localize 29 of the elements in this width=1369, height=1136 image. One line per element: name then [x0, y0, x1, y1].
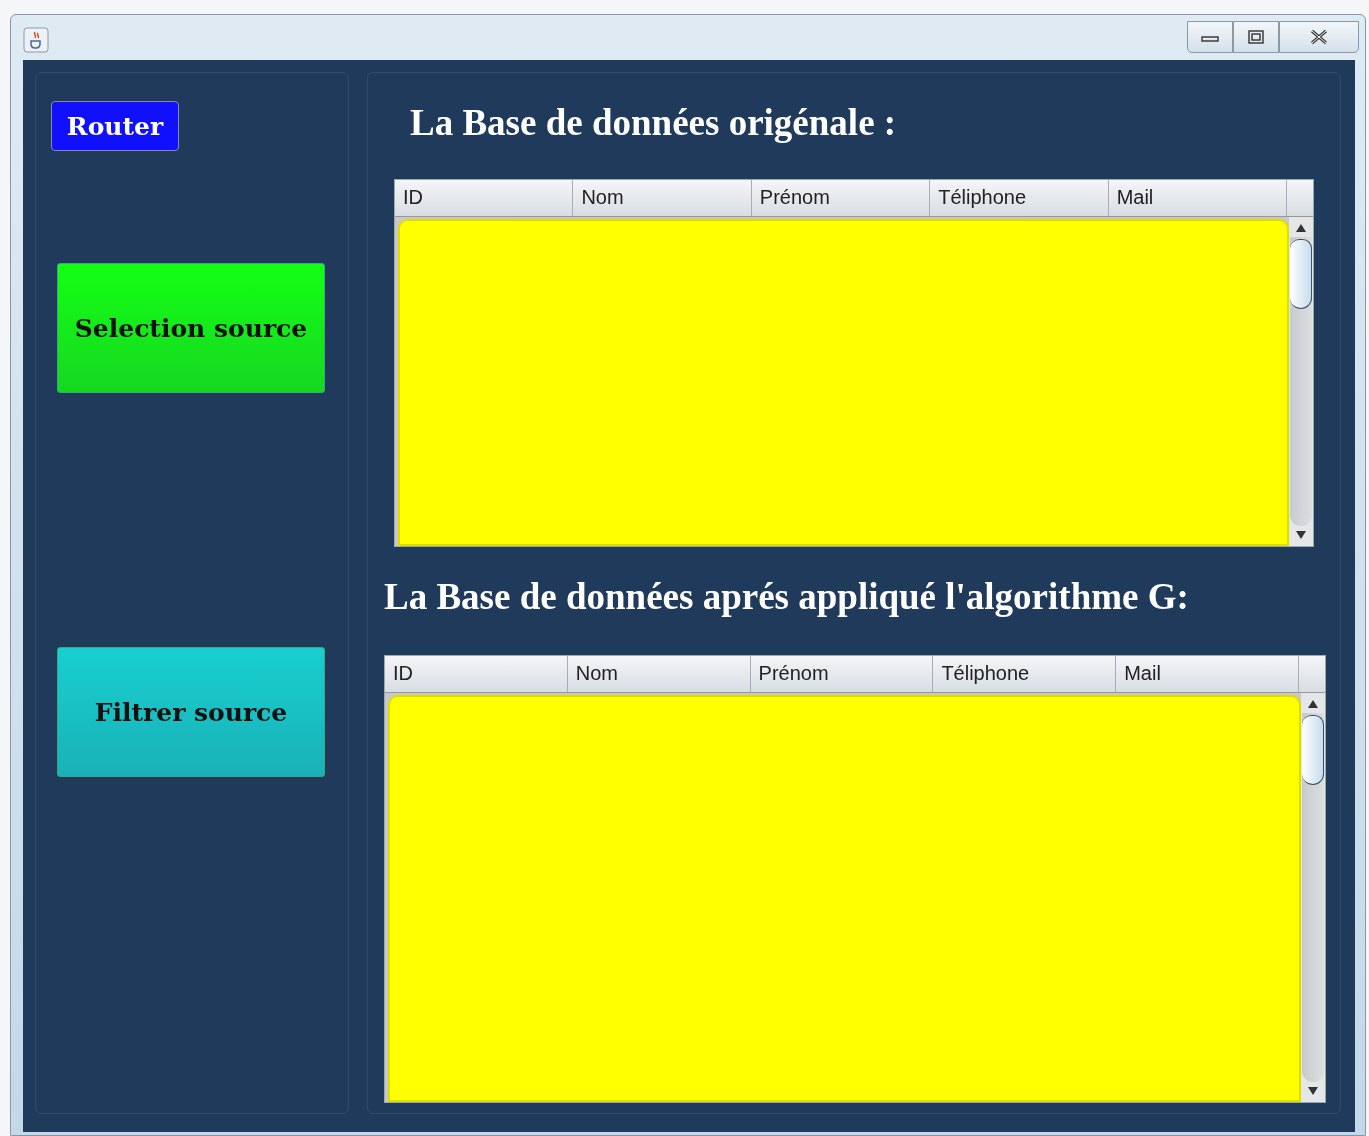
- close-icon: [1308, 29, 1330, 45]
- section-title: La Base de données aprés appliqué l'algorithme G:: [384, 575, 1190, 619]
- column-header[interactable]: Mail: [1116, 656, 1299, 692]
- column-header[interactable]: Téliphone: [930, 180, 1109, 216]
- column-header[interactable]: Téliphone: [933, 656, 1117, 692]
- scroll-up-icon[interactable]: [1295, 223, 1307, 233]
- router-button[interactable]: Router: [51, 101, 179, 151]
- column-header[interactable]: Nom: [567, 656, 751, 692]
- scroll-down-icon[interactable]: [1307, 1086, 1319, 1096]
- scroll-up-icon[interactable]: [1307, 699, 1319, 709]
- column-header[interactable]: Prénom: [751, 180, 931, 216]
- column-header[interactable]: Nom: [573, 180, 752, 216]
- scroll-thumb[interactable]: [1290, 239, 1312, 309]
- column-header[interactable]: Mail: [1108, 180, 1288, 216]
- column-header[interactable]: Prénom: [750, 656, 934, 692]
- column-header[interactable]: ID: [395, 180, 574, 216]
- scrollbar[interactable]: [1301, 693, 1325, 1102]
- maximize-button[interactable]: [1233, 21, 1279, 53]
- scroll-thumb[interactable]: [1302, 715, 1324, 785]
- minimize-button[interactable]: [1187, 21, 1233, 53]
- source-button[interactable]: Filtrer source: [57, 647, 325, 777]
- column-header[interactable]: ID: [385, 656, 568, 692]
- scrollbar[interactable]: [1289, 217, 1313, 546]
- section-title: La Base de données origénale :: [409, 101, 898, 145]
- source-button[interactable]: Selection source: [57, 263, 325, 393]
- close-button[interactable]: [1279, 21, 1359, 53]
- scroll-down-icon[interactable]: [1295, 530, 1307, 540]
- java-cup-icon: [23, 27, 49, 53]
- maximize-icon: [1246, 29, 1266, 45]
